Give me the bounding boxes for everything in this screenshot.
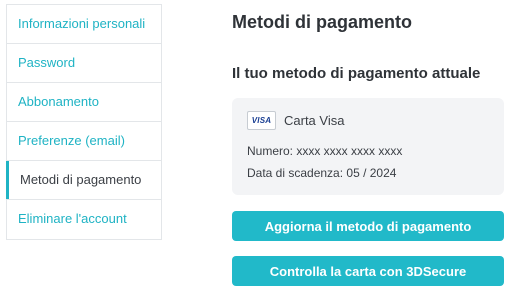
card-header: VISA Carta Visa — [247, 111, 344, 130]
sidebar-item-delete-account[interactable]: Eliminare l'account — [7, 200, 161, 239]
sidebar-item-email-preferences[interactable]: Preferenze (email) — [7, 122, 161, 161]
settings-sidebar: Informazioni personali Password Abboname… — [6, 4, 162, 240]
sidebar-item-personal-info[interactable]: Informazioni personali — [7, 5, 161, 44]
update-payment-method-button[interactable]: Aggiorna il metodo di pagamento — [232, 211, 504, 241]
card-brand-label: Carta Visa — [284, 113, 345, 128]
section-title: Il tuo metodo di pagamento attuale — [232, 65, 481, 82]
payment-card-box: VISA Carta Visa Numero: xxxx xxxx xxxx x… — [232, 98, 504, 195]
sidebar-item-password[interactable]: Password — [7, 44, 161, 83]
visa-card-icon: VISA — [247, 111, 276, 130]
card-expiry-date: Data di scadenza: 05 / 2024 — [247, 166, 397, 180]
check-card-3dsecure-button[interactable]: Controlla la carta con 3DSecure — [232, 256, 504, 286]
sidebar-item-payment-methods[interactable]: Metodi di pagamento — [6, 161, 161, 200]
card-number: Numero: xxxx xxxx xxxx xxxx — [247, 144, 403, 158]
sidebar-item-subscription[interactable]: Abbonamento — [7, 83, 161, 122]
page-title: Metodi di pagamento — [232, 12, 412, 32]
